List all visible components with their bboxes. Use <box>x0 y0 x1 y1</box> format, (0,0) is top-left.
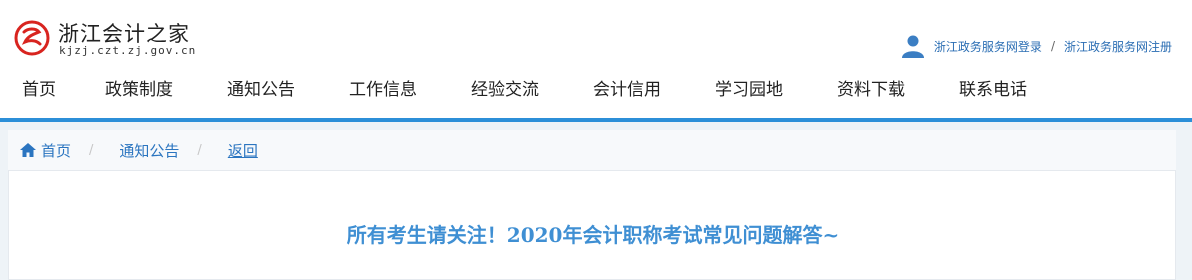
breadcrumb-notices[interactable]: 通知公告 <box>119 140 179 161</box>
nav-item-experience[interactable]: 经验交流 <box>444 76 566 104</box>
user-icon <box>901 35 924 58</box>
breadcrumb: 首页 / 通知公告 / 返回 <box>8 130 1176 170</box>
login-link[interactable]: 浙江政务服务网登录 <box>934 38 1042 55</box>
user-links-separator: / <box>1050 39 1055 53</box>
nav-item-credit[interactable]: 会计信用 <box>566 76 688 104</box>
nav-item-downloads[interactable]: 资料下载 <box>810 76 932 104</box>
nav-item-contact[interactable]: 联系电话 <box>932 76 1054 104</box>
article-card: 所有考生请关注！2020年会计职称考试常见问题解答~ <box>8 170 1176 280</box>
nav-item-study[interactable]: 学习园地 <box>688 76 810 104</box>
site-domain: kjzj.czt.zj.gov.cn <box>59 44 197 57</box>
main-nav: 首页 政策制度 通知公告 工作信息 经验交流 会计信用 学习园地 资料下载 联系… <box>0 76 1054 104</box>
breadcrumb-home[interactable]: 首页 <box>41 140 71 161</box>
home-icon <box>20 143 36 157</box>
nav-item-work-info[interactable]: 工作信息 <box>322 76 444 104</box>
register-link[interactable]: 浙江政务服务网注册 <box>1064 38 1172 55</box>
site-logo-icon[interactable] <box>14 20 50 56</box>
back-link[interactable]: 返回 <box>228 140 258 161</box>
breadcrumb-separator: / <box>89 142 94 158</box>
nav-item-policy[interactable]: 政策制度 <box>78 76 200 104</box>
nav-item-home[interactable]: 首页 <box>0 76 78 104</box>
site-header: 浙江会计之家 kjzj.czt.zj.gov.cn 浙江政务服务网登录 / 浙江… <box>0 0 1192 118</box>
user-links: 浙江政务服务网登录 / 浙江政务服务网注册 <box>901 34 1172 58</box>
article-title: 所有考生请关注！2020年会计职称考试常见问题解答~ <box>346 223 840 247</box>
breadcrumb-separator: / <box>197 142 202 158</box>
nav-item-notices[interactable]: 通知公告 <box>200 76 322 104</box>
